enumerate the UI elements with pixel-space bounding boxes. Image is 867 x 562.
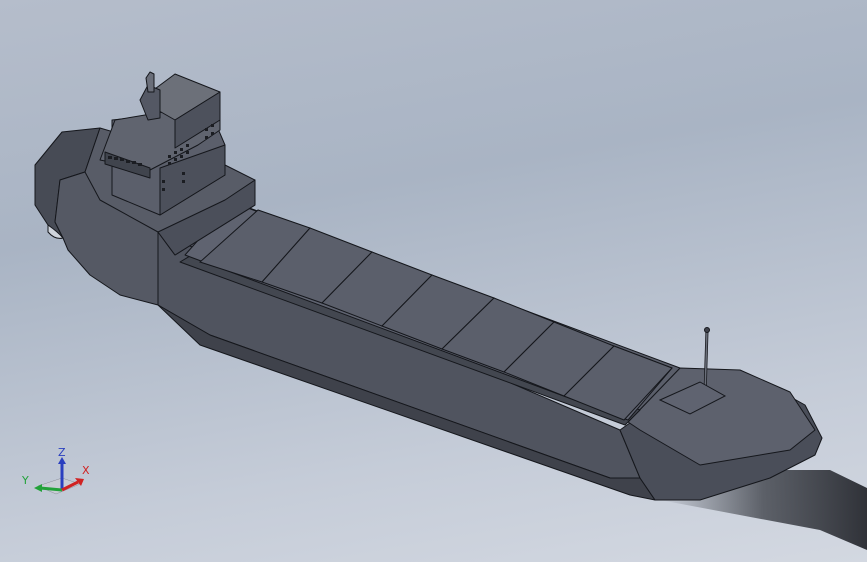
x-axis-label: X [82,464,90,477]
y-axis-head [34,484,42,492]
axis-triad[interactable]: Z Y X [18,448,98,508]
y-axis-arrow [39,486,63,492]
triad-base-disc [37,477,81,495]
y-axis-label: Y [21,474,29,487]
z-axis-label: Z [58,448,66,459]
3d-viewport[interactable]: Z Y X [0,0,867,562]
funnel-top [145,71,155,93]
ship-model[interactable] [0,0,867,562]
